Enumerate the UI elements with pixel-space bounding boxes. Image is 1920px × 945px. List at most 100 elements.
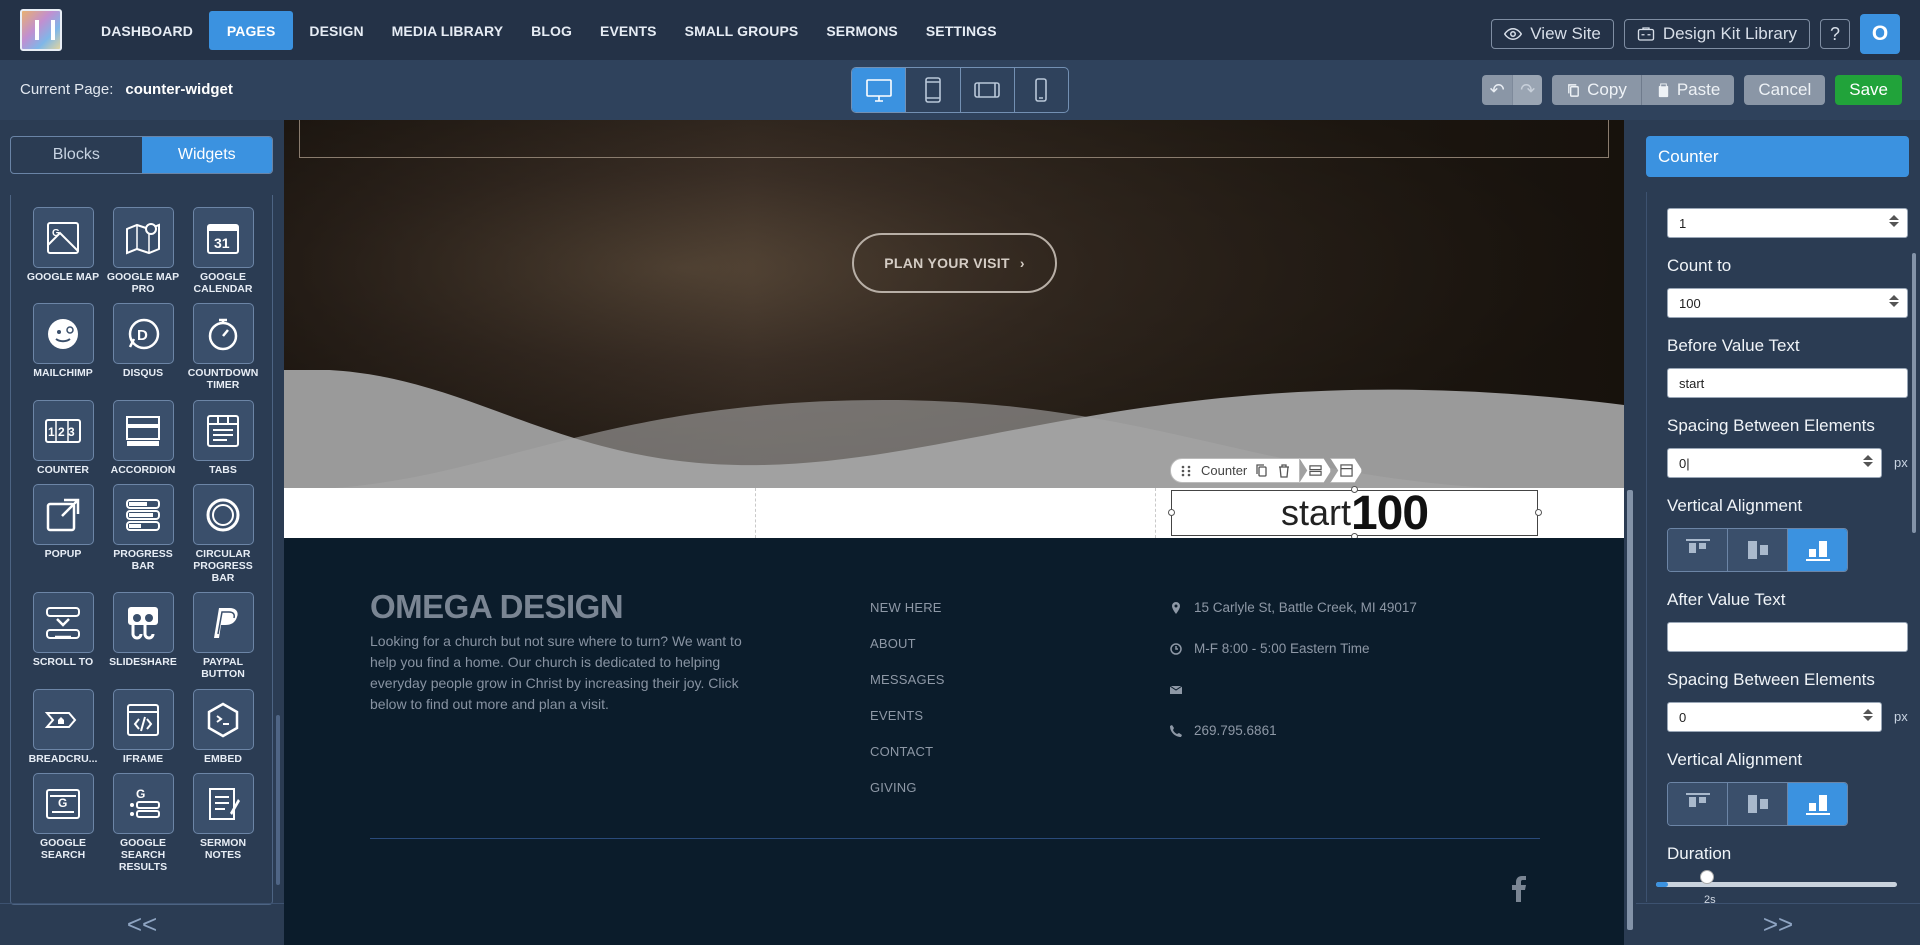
save-button[interactable]: Save — [1835, 75, 1902, 105]
collapse-left-panel-button[interactable]: << — [0, 903, 284, 945]
spacing-before-stepper[interactable] — [1863, 455, 1873, 467]
device-tablet-landscape-button[interactable] — [961, 68, 1015, 112]
select-column-button[interactable] — [1299, 458, 1332, 483]
drag-handle-icon[interactable] — [1179, 464, 1193, 478]
plan-your-visit-button[interactable]: PLAN YOUR VISIT › — [852, 233, 1057, 293]
main-menu: DASHBOARD PAGES DESIGN MEDIA LIBRARY BLOG EVE… — [89, 11, 1013, 50]
widget-label: DISQUS — [122, 367, 164, 379]
widget-scroll-to[interactable]: SCROLL TO — [23, 592, 103, 689]
footer-link[interactable]: GIVING — [870, 780, 945, 816]
tab-blocks[interactable]: Blocks — [11, 137, 142, 173]
widget-countdown-timer[interactable]: COUNTDOWN TIMER — [183, 303, 263, 400]
redo-icon[interactable]: ↷ — [1512, 75, 1543, 105]
widget-tabs[interactable]: TABS — [183, 400, 263, 484]
facebook-icon[interactable] — [1512, 876, 1526, 907]
spacing-after-input[interactable]: 0 — [1667, 702, 1882, 732]
count-from-input[interactable]: 1 — [1667, 208, 1908, 238]
widget-disqus[interactable]: D DISQUS — [103, 303, 183, 400]
resize-handle[interactable] — [1351, 486, 1358, 493]
widget-paypal-button[interactable]: PAYPAL BUTTON — [183, 592, 263, 689]
footer-link[interactable]: ABOUT — [870, 636, 945, 672]
widget-counter[interactable]: 1 2 3 COUNTER — [23, 400, 103, 484]
widget-mailchimp[interactable]: MAILCHIMP — [23, 303, 103, 400]
align-bottom-button[interactable] — [1788, 529, 1847, 571]
collapse-right-panel-button[interactable]: >> — [1636, 903, 1920, 945]
nav-item-blog[interactable]: BLOG — [519, 11, 584, 50]
nav-item-design[interactable]: DESIGN — [297, 11, 375, 50]
spacing-after-stepper[interactable] — [1863, 709, 1873, 721]
counter-before-text: start — [1280, 492, 1351, 533]
widget-progress-bar[interactable]: PROGRESS BAR — [103, 484, 183, 592]
widget-google-calendar[interactable]: 31 GOOGLE CALENDAR — [183, 207, 263, 303]
widget-breadcru[interactable]: BREADCRU... — [23, 689, 103, 773]
canvas-scrollbar[interactable] — [1624, 120, 1636, 945]
widget-sermon-notes[interactable]: SERMON NOTES — [183, 773, 263, 873]
spacing-before-input[interactable]: 0 | — [1667, 448, 1882, 478]
widget-label: GOOGLE MAP — [26, 271, 100, 283]
column-icon — [1309, 465, 1322, 476]
before-value-text-input[interactable]: start — [1667, 368, 1908, 398]
nav-item-settings[interactable]: SETTINGS — [914, 11, 1009, 50]
widget-accordion[interactable]: ACCORDION — [103, 400, 183, 484]
align-middle-button[interactable] — [1728, 529, 1788, 571]
widget-toolbar: Counter — [1170, 458, 1363, 483]
nav-item-small-groups[interactable]: SMALL GROUPS — [673, 11, 811, 50]
widget-label: GOOGLE SEARCH RESULTS — [118, 837, 168, 873]
copy-button[interactable]: Copy — [1552, 75, 1641, 105]
select-row-button[interactable] — [1330, 458, 1363, 483]
app-logo[interactable] — [20, 9, 62, 51]
widget-list-scrollbar[interactable] — [275, 195, 281, 915]
align-middle-button[interactable] — [1728, 783, 1788, 825]
widget-iframe[interactable]: IFRAME — [103, 689, 183, 773]
view-site-button[interactable]: View Site — [1491, 19, 1614, 49]
align-top-button[interactable] — [1668, 783, 1728, 825]
footer-link[interactable]: CONTACT — [870, 744, 945, 780]
nav-item-dashboard[interactable]: DASHBOARD — [89, 11, 205, 50]
settings-scrollbar[interactable] — [1910, 193, 1918, 793]
footer-divider — [370, 838, 1540, 839]
duration-slider-handle[interactable] — [1699, 870, 1714, 884]
widget-slideshare[interactable]: SLIDESHARE — [103, 592, 183, 689]
mailchimp-icon — [32, 303, 94, 364]
device-phone-button[interactable] — [1015, 68, 1068, 112]
duplicate-icon[interactable] — [1255, 463, 1269, 478]
scroll-to-icon — [32, 592, 94, 653]
nav-item-events[interactable]: EVENTS — [588, 11, 669, 50]
duration-slider[interactable] — [1656, 882, 1897, 887]
nav-item-sermons[interactable]: SERMONS — [814, 11, 910, 50]
duration-label: Duration — [1667, 844, 1732, 863]
nav-item-media-library[interactable]: MEDIA LIBRARY — [380, 11, 515, 50]
widget-circular-progress-bar[interactable]: CIRCULAR PROGRESS BAR — [183, 484, 263, 592]
undo-icon[interactable]: ↶ — [1482, 75, 1513, 105]
phone-icon — [1170, 725, 1182, 737]
counter-widget[interactable]: start 100 — [1171, 487, 1538, 540]
nav-item-pages[interactable]: PAGES — [208, 11, 294, 50]
device-tablet-button[interactable] — [906, 68, 961, 112]
device-desktop-button[interactable] — [852, 68, 907, 112]
help-button[interactable]: ? — [1820, 19, 1850, 49]
resize-handle[interactable] — [1168, 509, 1175, 516]
user-avatar[interactable]: O — [1860, 14, 1900, 54]
widget-google-map[interactable]: G GOOGLE MAP — [23, 207, 103, 303]
count-to-stepper[interactable] — [1889, 295, 1899, 307]
align-top-button[interactable] — [1668, 529, 1728, 571]
resize-handle[interactable] — [1535, 509, 1542, 516]
footer-link[interactable]: MESSAGES — [870, 672, 945, 708]
widget-google-search[interactable]: G GOOGLE SEARCH — [23, 773, 103, 873]
align-bottom-button[interactable] — [1788, 783, 1847, 825]
widget-embed[interactable]: EMBED — [183, 689, 263, 773]
widget-google-search-results[interactable]: G GOOGLE SEARCH RESULTS — [103, 773, 183, 873]
widget-popup[interactable]: POPUP — [23, 484, 103, 592]
after-value-text-input[interactable] — [1667, 622, 1908, 652]
footer-link[interactable]: NEW HERE — [870, 600, 945, 636]
widget-google-map-pro[interactable]: GOOGLE MAP PRO — [103, 207, 183, 303]
paste-button[interactable]: Paste — [1640, 75, 1735, 105]
count-from-stepper[interactable] — [1889, 215, 1899, 227]
footer-link[interactable]: EVENTS — [870, 708, 945, 744]
tab-widgets[interactable]: Widgets — [141, 137, 272, 173]
trash-icon[interactable] — [1277, 463, 1291, 478]
design-kit-library-button[interactable]: Design Kit Library — [1623, 19, 1810, 49]
count-to-input[interactable]: 100 — [1667, 288, 1908, 318]
widget-label: ACCORDION — [110, 464, 176, 476]
cancel-button[interactable]: Cancel — [1744, 75, 1826, 105]
